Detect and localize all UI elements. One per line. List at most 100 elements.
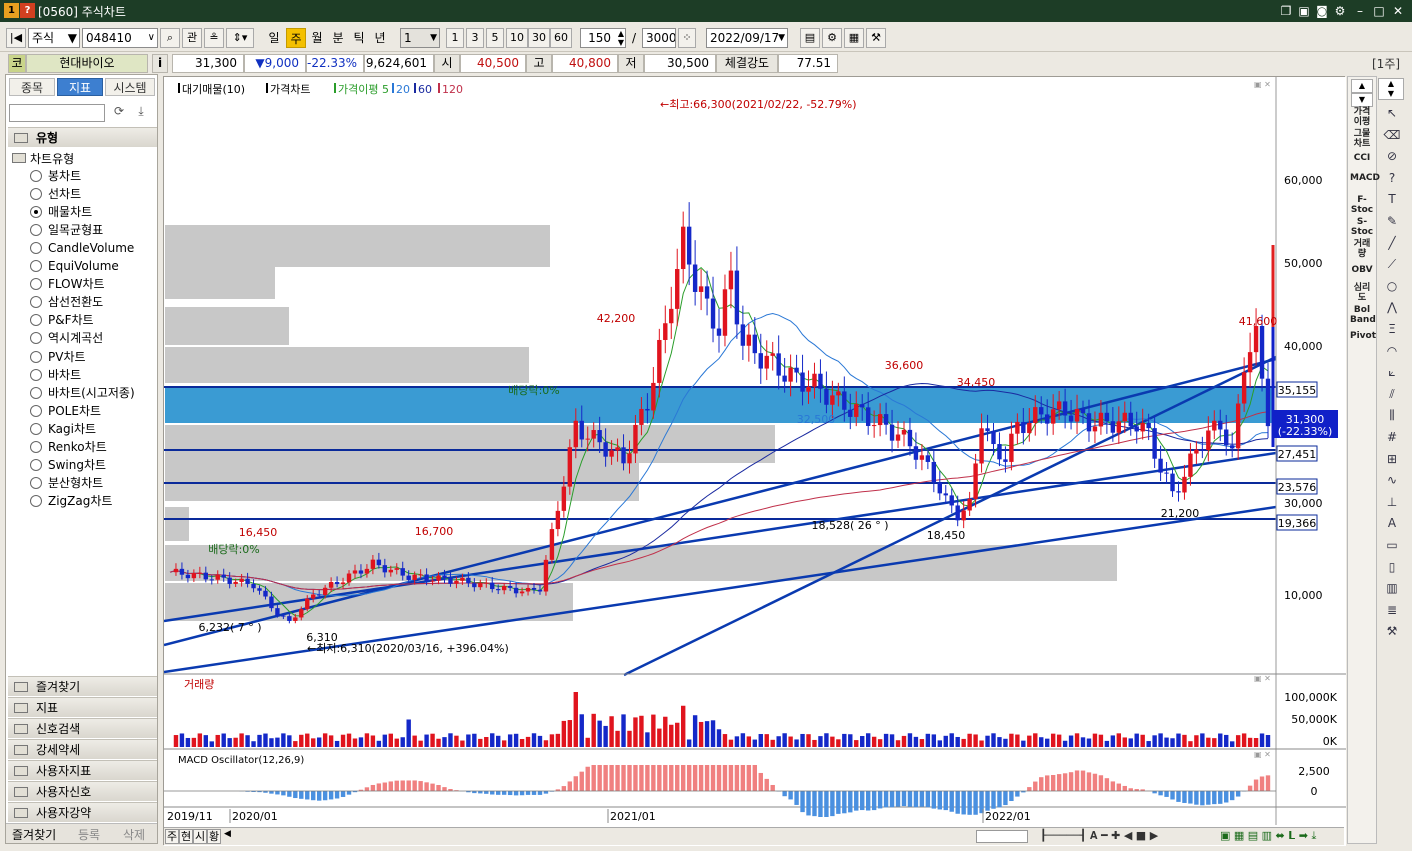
candle-body[interactable]	[1212, 420, 1217, 431]
candle-body[interactable]	[877, 414, 883, 426]
updown-icon[interactable]: ⇕▾	[226, 28, 254, 48]
display-count-input[interactable]: 150 ▲ ▼	[580, 28, 626, 48]
ruler-icon[interactable]: ⊥	[1383, 493, 1401, 511]
period-day[interactable]: 일	[264, 28, 284, 48]
wave-icon[interactable]: ∿	[1383, 471, 1401, 489]
zigzag-icon[interactable]: ⋀	[1383, 298, 1401, 316]
candle-body[interactable]	[991, 431, 996, 445]
candle-body[interactable]	[1003, 459, 1008, 462]
group-icon[interactable]: ≗	[204, 28, 224, 48]
tool-icon[interactable]: ⚒	[1383, 622, 1401, 640]
candle-body[interactable]	[549, 529, 555, 560]
candle-body[interactable]	[621, 447, 626, 464]
candle-body[interactable]	[543, 559, 549, 592]
candle-body[interactable]	[1080, 408, 1086, 414]
candle-body[interactable]	[842, 391, 847, 410]
scroll-track[interactable]	[976, 830, 1028, 843]
candle-body[interactable]	[800, 372, 805, 392]
candle-body[interactable]	[287, 616, 292, 621]
candle-body[interactable]	[1158, 458, 1163, 473]
section-5[interactable]: 사용자지표	[8, 760, 157, 780]
candle-body[interactable]	[1068, 415, 1074, 422]
candle-body[interactable]	[227, 577, 232, 584]
indicator-7[interactable]: 거래량	[1350, 239, 1374, 259]
radio-icon[interactable]	[30, 350, 42, 363]
candle-body[interactable]	[352, 570, 358, 574]
candle-body[interactable]	[1259, 326, 1265, 379]
candle-body[interactable]	[525, 587, 531, 592]
scroll-updown-icon[interactable]: ▲ ▼	[1378, 78, 1404, 100]
candle-body[interactable]	[931, 461, 937, 483]
candle-body[interactable]	[848, 409, 853, 417]
candle-body[interactable]	[949, 495, 954, 506]
settings-small-icon[interactable]: ⁘	[678, 28, 696, 48]
scroll-left-icon[interactable]: ◀	[224, 829, 231, 839]
candle-body[interactable]	[1074, 408, 1080, 422]
gwan-button[interactable]: 관	[182, 28, 202, 48]
radio-icon[interactable]	[30, 404, 42, 417]
candle-body[interactable]	[782, 375, 787, 382]
radio-icon[interactable]	[30, 314, 42, 327]
radio-icon[interactable]	[30, 494, 42, 507]
indicator-3[interactable]: CCI	[1350, 153, 1374, 163]
candle-body[interactable]	[943, 493, 948, 496]
candle-body[interactable]	[1229, 445, 1235, 449]
radio-icon[interactable]	[30, 422, 42, 435]
candle-body[interactable]	[1098, 412, 1104, 427]
tab-stock[interactable]: 종목	[9, 78, 55, 96]
candle-body[interactable]	[645, 408, 650, 411]
candle-body[interactable]	[1188, 453, 1193, 477]
tools-icon[interactable]: ⚒	[866, 28, 886, 48]
radio-icon[interactable]	[30, 440, 42, 453]
candle-body[interactable]	[1200, 449, 1205, 451]
candle-body[interactable]	[388, 569, 393, 573]
section-7[interactable]: 사용자강약	[8, 802, 157, 822]
candle-body[interactable]	[513, 587, 519, 594]
candle-body[interactable]	[316, 594, 322, 596]
minimize-icon[interactable]: –	[1352, 3, 1368, 19]
candle-body[interactable]	[579, 420, 584, 440]
candle-body[interactable]	[657, 339, 662, 383]
candle-body[interactable]	[400, 568, 405, 576]
section-4[interactable]: 강세약세	[8, 739, 157, 759]
grid-icon[interactable]: #	[1383, 428, 1401, 446]
interval-30[interactable]: 30	[528, 28, 550, 48]
zoom-icons[interactable]: ┠─────┨ 𝐀 ━ ✚ ◀ ■ ▶	[1040, 829, 1158, 843]
pointer-icon[interactable]: ↖	[1383, 104, 1401, 122]
candle-body[interactable]	[1241, 372, 1247, 404]
period-week[interactable]: 주	[286, 28, 306, 48]
candle-body[interactable]	[907, 429, 913, 447]
candle-body[interactable]	[639, 408, 644, 425]
radio-icon[interactable]	[30, 170, 42, 182]
candle-body[interactable]	[1116, 421, 1122, 433]
indicator-10[interactable]: Bol Band	[1350, 305, 1376, 325]
candle-body[interactable]	[1265, 378, 1271, 427]
candle-body[interactable]	[358, 570, 364, 574]
arc-icon[interactable]: ◠	[1383, 342, 1401, 360]
candle-body[interactable]	[573, 420, 578, 448]
radio-icon[interactable]	[30, 296, 42, 309]
candle-body[interactable]	[406, 575, 411, 580]
down-arrow-icon[interactable]: ▼	[1351, 93, 1373, 107]
candle-body[interactable]	[752, 334, 758, 354]
text-icon[interactable]: T	[1383, 190, 1401, 208]
stock-code-input[interactable]: 048410 ∨	[82, 28, 158, 48]
candle-body[interactable]	[794, 367, 799, 373]
candle-body[interactable]	[472, 583, 477, 588]
indicator-5[interactable]: F-Stoc	[1350, 195, 1374, 215]
candle-body[interactable]	[191, 573, 197, 579]
candle-body[interactable]	[675, 269, 680, 309]
line-icon[interactable]: ╱	[1383, 234, 1401, 252]
candle-body[interactable]	[1134, 426, 1139, 432]
candle-body[interactable]	[340, 582, 346, 585]
tree-root[interactable]: 차트유형	[12, 150, 74, 167]
circle-icon[interactable]: ○	[1383, 277, 1401, 295]
total-count-input[interactable]: 3000	[642, 28, 676, 48]
search-icon[interactable]: ⌕	[160, 28, 180, 48]
candle-body[interactable]	[925, 455, 931, 462]
candle-body[interactable]	[305, 598, 310, 610]
candle-body[interactable]	[209, 579, 214, 581]
chart-icon[interactable]: ▥	[1383, 579, 1401, 597]
radio-icon[interactable]	[30, 386, 42, 399]
candle-body[interactable]	[233, 581, 238, 584]
